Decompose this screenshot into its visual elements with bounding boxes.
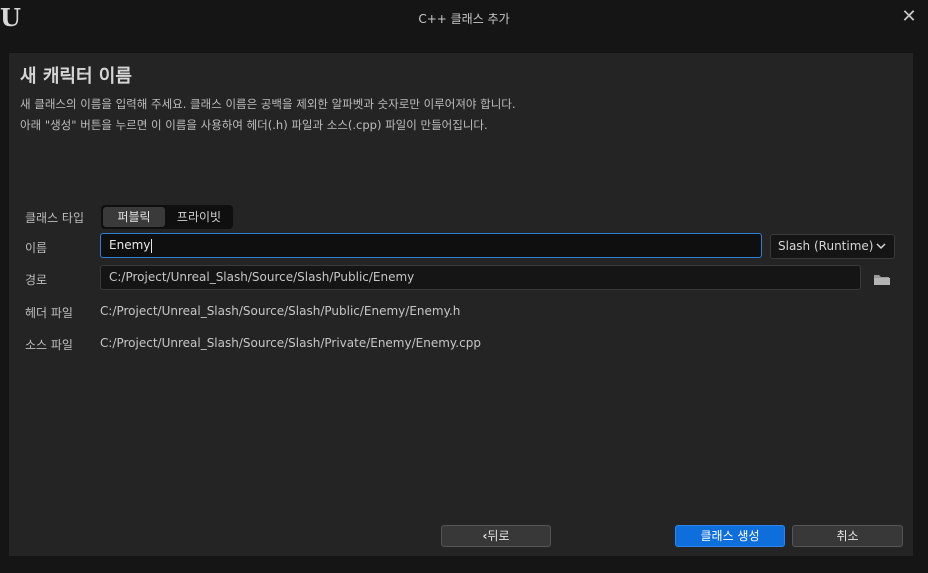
- folder-icon[interactable]: [873, 272, 891, 286]
- create-class-button[interactable]: 클래스 생성: [675, 525, 785, 547]
- module-dropdown-value: Slash (Runtime): [778, 239, 874, 253]
- class-type-toggle: 퍼블릭 프라이빗: [101, 205, 233, 229]
- chevron-down-icon: [876, 235, 886, 266]
- class-name-value: Enemy: [109, 238, 151, 252]
- create-class-button-label: 클래스 생성: [700, 529, 760, 543]
- back-button[interactable]: ‹뒤로: [441, 525, 551, 547]
- back-button-label: 뒤로: [487, 529, 510, 543]
- cancel-button-label: 취소: [836, 529, 859, 543]
- class-name-input[interactable]: Enemy: [100, 233, 762, 258]
- class-type-private-button[interactable]: 프라이빗: [167, 207, 231, 227]
- path-input[interactable]: C:/Project/Unreal_Slash/Source/Slash/Pub…: [100, 265, 861, 290]
- cancel-button[interactable]: 취소: [792, 525, 903, 547]
- description-line-2: 아래 "생성" 버튼을 누르면 이 이름을 사용하여 헤더(.h) 파일과 소스…: [20, 118, 488, 132]
- class-type-label: 클래스 타입: [25, 211, 85, 225]
- name-label: 이름: [25, 241, 48, 255]
- source-file-path: C:/Project/Unreal_Slash/Source/Slash/Pri…: [100, 336, 481, 350]
- path-label: 경로: [25, 273, 48, 287]
- close-icon[interactable]: ✕: [900, 8, 918, 26]
- source-file-label: 소스 파일: [25, 338, 73, 352]
- window-title: C++ 클래스 추가: [418, 12, 510, 26]
- page-title: 새 캐릭터 이름: [20, 66, 132, 87]
- class-type-public-button[interactable]: 퍼블릭: [103, 207, 165, 227]
- module-dropdown[interactable]: Slash (Runtime): [770, 234, 895, 259]
- header-file-label: 헤더 파일: [25, 306, 73, 320]
- dialog-panel: 새 캐릭터 이름 새 클래스의 이름을 입력해 주세요. 클래스 이름은 공백을…: [9, 53, 913, 556]
- path-value: C:/Project/Unreal_Slash/Source/Slash/Pub…: [109, 270, 415, 284]
- header-file-path: C:/Project/Unreal_Slash/Source/Slash/Pub…: [100, 304, 461, 318]
- title-bar: U C++ 클래스 추가 ✕: [0, 0, 928, 36]
- text-caret: [151, 238, 153, 253]
- description-line-1: 새 클래스의 이름을 입력해 주세요. 클래스 이름은 공백을 제외한 알파벳과…: [20, 97, 516, 111]
